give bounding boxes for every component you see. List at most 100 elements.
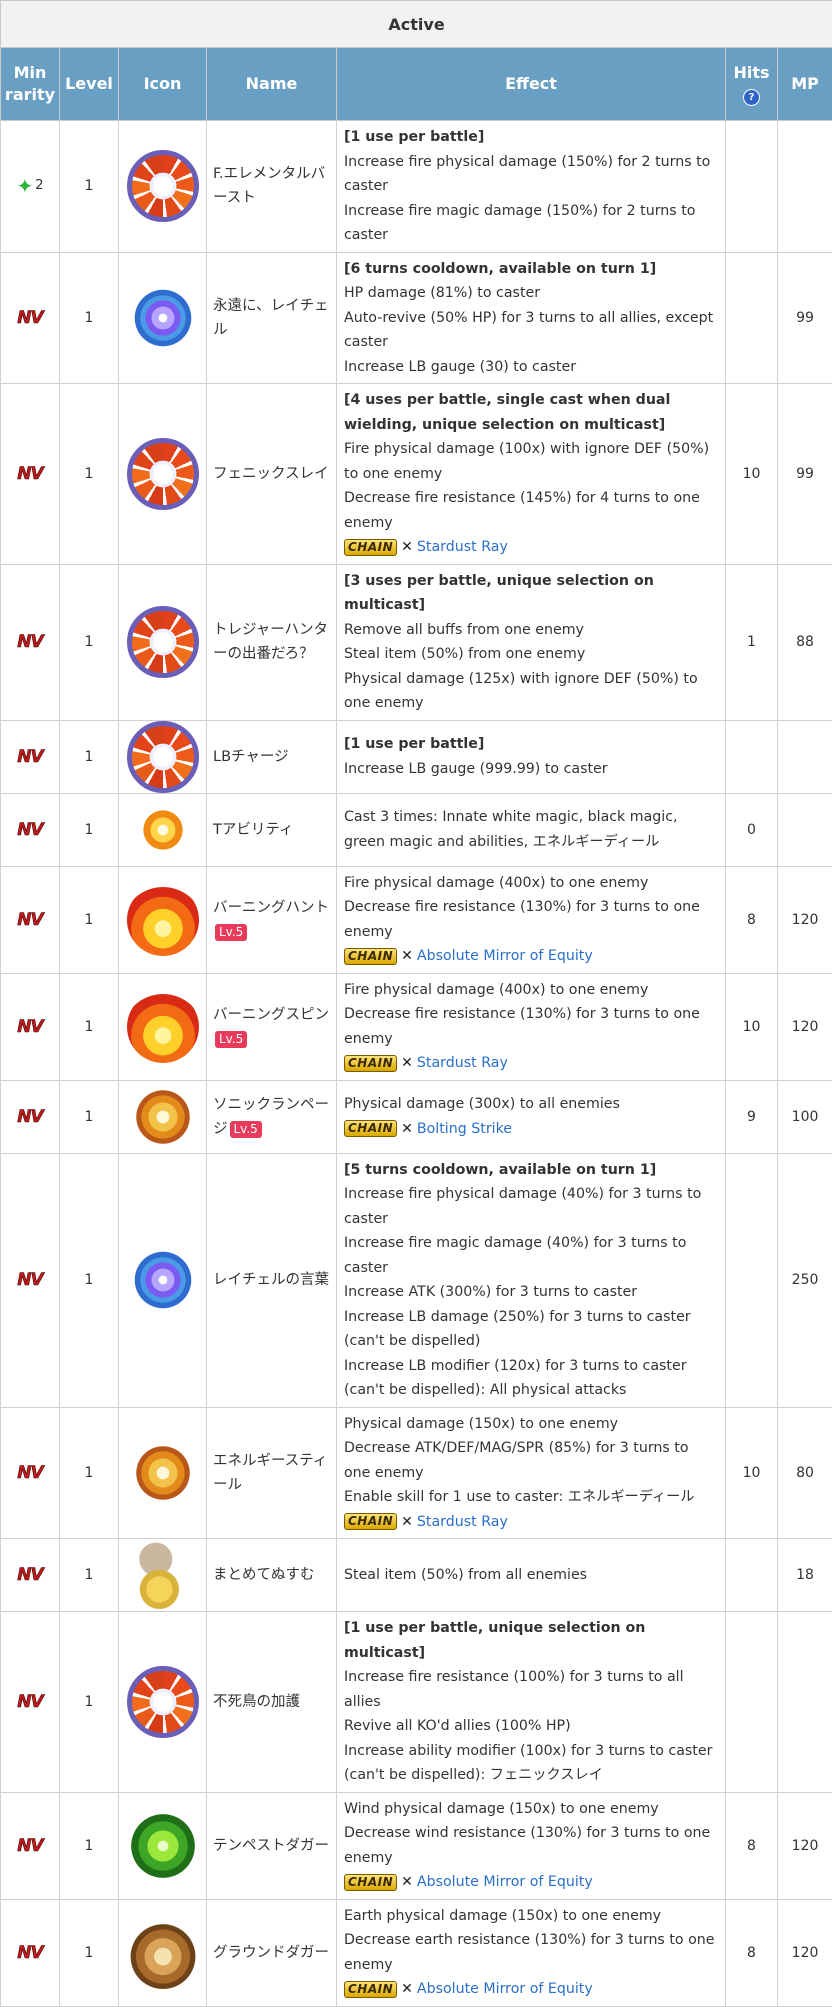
- ring-icon: [127, 1666, 199, 1738]
- skill-name: バーニングスピン: [213, 1007, 329, 1023]
- rarity-cell: NV: [1, 252, 60, 384]
- nv-rarity-icon: NV: [17, 1692, 42, 1712]
- skill-name-cell: Tアビリティ: [207, 793, 337, 866]
- skill-name-cell: 不死鳥の加護: [207, 1612, 337, 1793]
- header-hits[interactable]: Hits ?: [726, 48, 778, 121]
- chain-link[interactable]: Bolting Strike: [417, 1117, 512, 1142]
- level-badge: Lv.5: [230, 1121, 262, 1138]
- header-row: Min rarity Level Icon Name Effect Hits ?…: [1, 48, 832, 121]
- header-name[interactable]: Name: [207, 48, 337, 121]
- chain-line: CHAIN✕Bolting Strike: [344, 1117, 718, 1142]
- table-row: NV1グラウンドダガーEarth physical damage (150x) …: [1, 1899, 832, 2006]
- level-cell: 1: [60, 1899, 119, 2006]
- hits-cell: [726, 1539, 778, 1612]
- header-min-rarity[interactable]: Min rarity: [1, 48, 60, 121]
- ring-icon: [127, 150, 199, 222]
- level-badge: Lv.5: [215, 1031, 247, 1048]
- icon-cell: [119, 1612, 207, 1793]
- table-row: NV1トレジャーハンターの出番だろ？[3 uses per battle, un…: [1, 564, 832, 720]
- explosion-icon: [127, 1081, 199, 1153]
- rarity-number: 2: [35, 178, 43, 193]
- skill-name: LBチャージ: [213, 749, 289, 765]
- level-cell: 1: [60, 384, 119, 565]
- effect-cell: Steal item (50%) from all enemies: [337, 1539, 726, 1612]
- rarity-cell: NV: [1, 793, 60, 866]
- rarity-cell: NV: [1, 973, 60, 1080]
- level-cell: 1: [60, 1612, 119, 1793]
- effect-line: Decrease ATK/DEF/MAG/SPR (85%) for 3 tur…: [344, 1436, 718, 1485]
- mp-cell: 18: [778, 1539, 832, 1612]
- chain-line: CHAIN✕Stardust Ray: [344, 1051, 718, 1076]
- chain-link[interactable]: Stardust Ray: [417, 1051, 508, 1076]
- nv-rarity-icon: NV: [17, 308, 42, 328]
- ring-icon: [127, 438, 199, 510]
- effect-line: Remove all buffs from one enemy: [344, 618, 718, 643]
- effect-line: Increase LB modifier (120x) for 3 turns …: [344, 1354, 718, 1403]
- hits-cell: 10: [726, 1407, 778, 1539]
- hits-cell: 8: [726, 866, 778, 973]
- mp-cell: 100: [778, 1080, 832, 1153]
- fire-icon: [127, 991, 199, 1063]
- chain-link[interactable]: Absolute Mirror of Equity: [417, 1977, 593, 2002]
- star-icon: ✦: [16, 176, 33, 196]
- chain-link[interactable]: Stardust Ray: [417, 535, 508, 560]
- effect-cell: Wind physical damage (150x) to one enemy…: [337, 1792, 726, 1899]
- effect-cell: [1 use per battle, unique selection on m…: [337, 1612, 726, 1793]
- icon-cell: [119, 866, 207, 973]
- mp-cell: 120: [778, 866, 832, 973]
- effect-condition: [4 uses per battle, single cast when dua…: [344, 388, 718, 437]
- chain-icon: CHAIN: [344, 1513, 397, 1530]
- effect-line: Fire physical damage (400x) to one enemy: [344, 978, 718, 1003]
- table-row: NV1バーニングスピンLv.5Fire physical damage (400…: [1, 973, 832, 1080]
- level-cell: 1: [60, 1407, 119, 1539]
- header-effect[interactable]: Effect: [337, 48, 726, 121]
- level-cell: 1: [60, 252, 119, 384]
- rarity-cell: NV: [1, 1153, 60, 1407]
- chain-link[interactable]: Stardust Ray: [417, 1510, 508, 1535]
- skill-name: 不死鳥の加護: [213, 1694, 300, 1710]
- rarity-cell: NV: [1, 1539, 60, 1612]
- effect-cell: [6 turns cooldown, available on turn 1]H…: [337, 252, 726, 384]
- wind-icon: [127, 1810, 199, 1882]
- effect-line: Steal item (50%) from all enemies: [344, 1563, 718, 1588]
- table-row: NV1テンペストダガーWind physical damage (150x) t…: [1, 1792, 832, 1899]
- rarity-cell: NV: [1, 1407, 60, 1539]
- hits-cell: 0: [726, 793, 778, 866]
- fire-icon: [127, 884, 199, 956]
- hits-cell: 10: [726, 973, 778, 1080]
- header-level[interactable]: Level: [60, 48, 119, 121]
- nv-rarity-icon: NV: [17, 1017, 42, 1037]
- skill-name-cell: エネルギースティール: [207, 1407, 337, 1539]
- ring-icon: [127, 606, 199, 678]
- rarity-cell: NV: [1, 1080, 60, 1153]
- skill-name-cell: トレジャーハンターの出番だろ？: [207, 564, 337, 720]
- mp-cell: [778, 121, 832, 253]
- chain-link[interactable]: Absolute Mirror of Equity: [417, 944, 593, 969]
- header-icon[interactable]: Icon: [119, 48, 207, 121]
- effect-condition: [6 turns cooldown, available on turn 1]: [344, 257, 718, 282]
- mp-cell: 120: [778, 973, 832, 1080]
- icon-cell: [119, 1407, 207, 1539]
- chain-link[interactable]: Absolute Mirror of Equity: [417, 1870, 593, 1895]
- skill-name: F.エレメンタルバースト: [213, 166, 325, 206]
- rarity-cell: NV: [1, 384, 60, 565]
- effect-line: Increase fire physical damage (150%) for…: [344, 150, 718, 199]
- table-row: NV1エネルギースティールPhysical damage (150x) to o…: [1, 1407, 832, 1539]
- chain-line: CHAIN✕Absolute Mirror of Equity: [344, 1870, 718, 1895]
- hits-cell: [726, 252, 778, 384]
- header-mp[interactable]: MP: [778, 48, 832, 121]
- help-icon[interactable]: ?: [743, 89, 760, 106]
- table-row: NV 1 不死鳥の加護 [1 use per battle, unique selec…: [1, 1612, 832, 1793]
- effect-line: Decrease fire resistance (130%) for 3 tu…: [344, 1002, 718, 1051]
- table-row: NV1レイチェルの言葉[5 turns cooldown, available …: [1, 1153, 832, 1407]
- chain-line: CHAIN✕Stardust Ray: [344, 535, 718, 560]
- rarity-star: ✦2: [16, 176, 43, 196]
- chain-icon: CHAIN: [344, 948, 397, 965]
- icon-cell: [119, 384, 207, 565]
- nv-rarity-icon: NV: [17, 632, 42, 652]
- cross-icon: ✕: [401, 1977, 413, 2002]
- level-cell: 1: [60, 121, 119, 253]
- cross-icon: ✕: [401, 1117, 413, 1142]
- mp-cell: [778, 720, 832, 793]
- effect-line: Decrease fire resistance (130%) for 3 tu…: [344, 895, 718, 944]
